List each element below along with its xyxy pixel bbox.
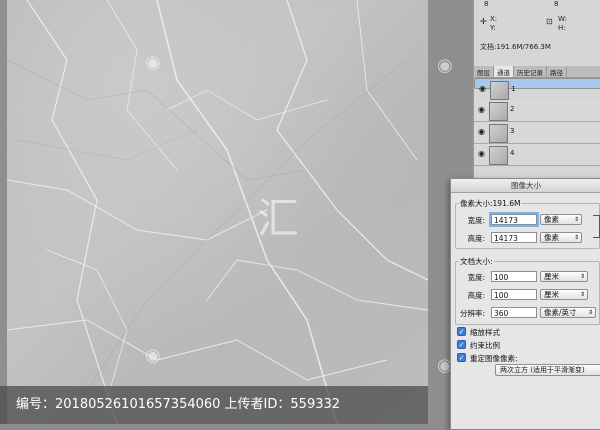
tab-paths[interactable]: 路径 xyxy=(547,66,567,77)
doc-size-label: 文档大小: xyxy=(459,256,494,267)
select-value: 像素/英寸 xyxy=(544,308,577,317)
doc-width-unit-select[interactable]: 厘米 ⇕ xyxy=(540,271,588,282)
scale-styles-checkbox[interactable]: ✓ xyxy=(457,327,466,336)
doc-width-label: 宽度: xyxy=(467,273,485,282)
eye-icon[interactable]: ◉ xyxy=(479,85,488,93)
channel-row-1[interactable]: ◉ 1 xyxy=(474,78,600,100)
pixel-dims-label: 像素大小:191.6M xyxy=(459,198,522,209)
pixel-height-label: 高度: xyxy=(467,234,485,243)
eye-icon[interactable]: ◉ xyxy=(478,128,487,136)
select-value: 像素 xyxy=(544,215,559,224)
info-h-label: H: xyxy=(558,24,566,32)
watermark-logo-icon: ◉ xyxy=(437,55,453,76)
constrain-proportions-label: 约束比例 xyxy=(470,341,500,350)
info-x-label: X: xyxy=(490,15,498,23)
pixel-height-unit-select[interactable]: 像素 ⇕ xyxy=(540,232,582,243)
info-y-label: Y: xyxy=(490,24,496,32)
pixel-width-label: 宽度: xyxy=(467,216,485,225)
chevron-updown-icon: ⇕ xyxy=(579,291,585,298)
pixel-width-field[interactable]: 14173 xyxy=(491,214,537,225)
eye-icon[interactable]: ◉ xyxy=(478,150,487,158)
doc-height-label: 高度: xyxy=(467,291,485,300)
watermark-logo-icon: ◉ xyxy=(145,345,161,366)
channel-label: 3 xyxy=(510,127,515,135)
marble-image: 汇 ◉ ◉ xyxy=(7,0,428,424)
channel-thumbnail xyxy=(489,102,508,121)
select-value: 厘米 xyxy=(544,290,559,299)
info-row1-left: 8 xyxy=(484,0,489,8)
dialog-title: 图像大小 xyxy=(451,179,600,193)
chevron-updown-icon: ⇕ xyxy=(579,273,585,280)
scale-styles-label: 缩放样式 xyxy=(470,328,500,337)
channel-label: 4 xyxy=(510,149,515,157)
resolution-label: 分辨率: xyxy=(459,309,485,318)
pixel-width-unit-select[interactable]: 像素 ⇕ xyxy=(540,214,582,225)
info-row1-right: 8 xyxy=(554,0,559,8)
resolution-unit-select[interactable]: 像素/英寸 ⇕ xyxy=(540,307,596,318)
chevron-updown-icon: ⇕ xyxy=(573,234,579,241)
chevron-updown-icon: ⇕ xyxy=(573,216,579,223)
select-value: 像素 xyxy=(544,233,559,242)
chevron-updown-icon: ⇕ xyxy=(587,309,593,316)
resample-checkbox[interactable]: ✓ xyxy=(457,353,466,362)
tab-layers[interactable]: 图层 xyxy=(474,66,494,77)
resolution-field[interactable]: 360 xyxy=(491,307,537,318)
channel-thumbnail xyxy=(489,146,508,165)
watermark-logo-icon: ◉ xyxy=(145,52,161,73)
channel-row-4[interactable]: ◉ 4 xyxy=(474,144,600,166)
tab-history[interactable]: 历史记录 xyxy=(514,66,547,77)
doc-width-field[interactable]: 100 xyxy=(491,271,537,282)
doc-height-unit-select[interactable]: 厘米 ⇕ xyxy=(540,289,588,300)
image-size-dialog: 图像大小 像素大小:191.6M 宽度: 14173 像素 ⇕ 高度: 14173… xyxy=(450,178,600,430)
watermark-caption: 编号：20180526101657354060 上传者ID：559332 xyxy=(0,386,428,424)
channel-row-3[interactable]: ◉ 3 xyxy=(474,122,600,144)
crosshair-icon: ✛ xyxy=(480,17,487,26)
tab-channels[interactable]: 通道 xyxy=(494,66,514,77)
channel-label: 2 xyxy=(510,105,515,113)
eye-icon[interactable]: ◉ xyxy=(478,106,487,114)
resample-method-select[interactable]: 两次立方 (适用于平滑渐变) xyxy=(495,364,600,376)
doc-size-readout: 文档:191.6M/766.3M xyxy=(480,43,551,51)
panel-tabs: 图层 通道 历史记录 路径 xyxy=(474,66,600,78)
info-w-label: W: xyxy=(558,15,567,23)
channel-thumbnail xyxy=(489,124,508,143)
channel-thumbnail xyxy=(490,81,509,100)
constrain-link-icon xyxy=(593,215,600,238)
select-value: 厘米 xyxy=(544,272,559,281)
pixel-height-field[interactable]: 14173 xyxy=(491,232,537,243)
resample-label: 重定图像像素: xyxy=(470,354,518,363)
constrain-proportions-checkbox[interactable]: ✓ xyxy=(457,340,466,349)
channel-label: 1 xyxy=(511,85,516,93)
marble-veins xyxy=(7,0,428,424)
channel-row-2[interactable]: ◉ 2 xyxy=(474,100,600,122)
watermark-logo-icon: 汇 xyxy=(257,194,300,243)
channels-panel: 图层 通道 历史记录 路径 ◉ 1 ◉ 2 ◉ 3 ◉ 4 xyxy=(473,58,600,178)
info-panel: 8 8 ✛ X: Y: ⊡ W: H: 文档:191.6M/766.3M xyxy=(473,0,600,58)
doc-height-field[interactable]: 100 xyxy=(491,289,537,300)
selection-size-icon: ⊡ xyxy=(546,17,553,26)
